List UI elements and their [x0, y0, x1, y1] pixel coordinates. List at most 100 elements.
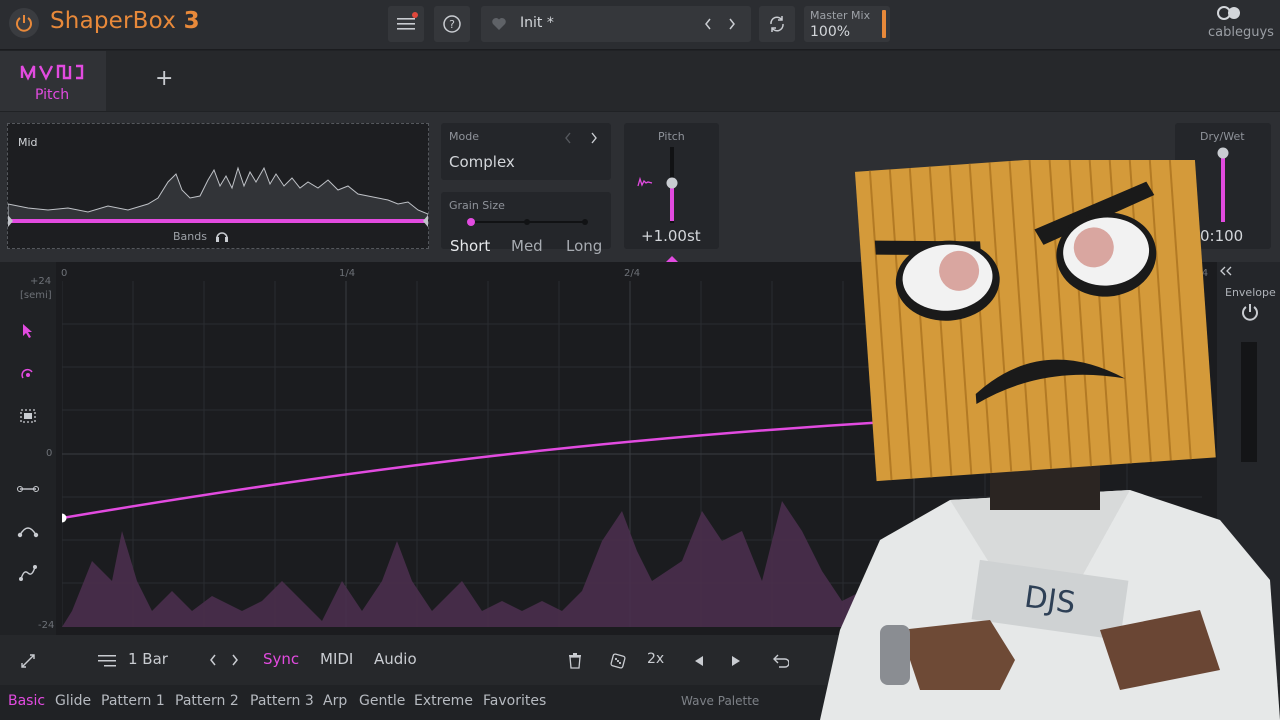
delete-button[interactable] [562, 648, 588, 674]
spectrum-analyzer[interactable]: Mid Bands [7, 123, 429, 249]
vendor-name: cableguys [1208, 25, 1274, 40]
refresh-icon [770, 16, 784, 32]
grain-size-med[interactable]: Med [511, 237, 543, 255]
pitch-label: Pitch [658, 130, 685, 143]
select-box-icon [20, 409, 36, 423]
preset-category-gentle[interactable]: Gentle [359, 693, 405, 709]
dice-icon [610, 653, 626, 669]
expand-icon [21, 654, 35, 668]
dry-wet-label: Dry/Wet [1200, 130, 1245, 143]
presenter-video-overlay: DJS [820, 160, 1280, 720]
pitch-curve-icon [637, 176, 653, 187]
x-label-half: 2/4 [624, 268, 641, 279]
ramp-tool[interactable] [13, 558, 43, 588]
shift-right-button[interactable] [723, 648, 749, 674]
wave-palette-label: Wave Palette [681, 694, 760, 708]
expand-button[interactable] [15, 648, 41, 674]
brush-tool[interactable] [13, 359, 43, 389]
master-mix-value: 100% [810, 24, 851, 40]
undo-icon [773, 654, 789, 668]
mode-next-icon[interactable] [589, 132, 599, 144]
pitch-shaper-icon [20, 64, 84, 81]
triangle-right-icon [732, 656, 740, 666]
triangle-left-icon [695, 656, 703, 666]
master-mix-label: Master Mix [810, 9, 871, 22]
hamburger-icon [397, 18, 415, 30]
brush-icon [21, 368, 33, 379]
preset-category-pattern-2[interactable]: Pattern 2 [175, 693, 239, 709]
preset-category-pattern-3[interactable]: Pattern 3 [250, 693, 314, 709]
undo-button[interactable] [767, 648, 793, 674]
tab-pitch-label: Pitch [35, 87, 70, 103]
grain-size-short[interactable]: Short [450, 237, 490, 255]
preset-category-pattern-1[interactable]: Pattern 1 [101, 693, 165, 709]
curve-icon [17, 527, 39, 538]
grain-size-label: Grain Size [449, 199, 505, 212]
y-label-unit: [semi] [20, 290, 52, 301]
next-preset-icon[interactable] [727, 17, 737, 31]
preset-category-favorites[interactable]: Favorites [483, 693, 546, 709]
list-icon [98, 655, 116, 667]
y-label-bottom: -24 [38, 620, 55, 631]
master-mix-control[interactable]: Master Mix 100% [804, 6, 890, 42]
grain-size-long[interactable]: Long [566, 237, 602, 255]
grain-size-control[interactable]: Grain Size Short Med Long [441, 192, 611, 255]
length-prev-icon[interactable] [208, 653, 218, 667]
preset-category-arp[interactable]: Arp [323, 693, 347, 709]
multiplier-button[interactable]: 2x [647, 651, 664, 667]
heart-icon[interactable] [491, 16, 507, 32]
notification-dot [412, 12, 418, 18]
sync-mode-button[interactable]: Sync [263, 650, 299, 668]
add-tab-button[interactable]: + [155, 66, 173, 91]
pointer-tool[interactable] [13, 316, 43, 346]
pitch-slider[interactable] [664, 147, 680, 223]
select-tool[interactable] [13, 401, 43, 431]
bands-label: Bands [173, 230, 207, 243]
length-next-icon[interactable] [230, 653, 240, 667]
preset-name: Init * [520, 15, 554, 31]
preset-category-glide[interactable]: Glide [55, 693, 91, 709]
mode-label: Mode [449, 130, 479, 143]
midi-mode-button[interactable]: MIDI [320, 650, 353, 668]
headphones-icon[interactable] [215, 229, 229, 243]
pattern-length[interactable]: 1 Bar [128, 650, 168, 668]
cableguys-logo-icon [1217, 6, 1240, 20]
pitch-value: +1.00st [641, 227, 701, 245]
grain-size-slider[interactable] [465, 217, 589, 227]
master-mix-bar [882, 10, 886, 38]
mode-value: Complex [449, 153, 515, 171]
trash-icon [569, 653, 581, 669]
svg-text:?: ? [449, 18, 455, 31]
mode-selector[interactable]: Mode Complex [441, 123, 611, 180]
menu-button[interactable] [388, 6, 424, 42]
line-tool[interactable] [13, 474, 43, 504]
length-menu-button[interactable] [94, 648, 120, 674]
help-button[interactable]: ? [434, 6, 470, 42]
preset-category-basic[interactable]: Basic [8, 693, 45, 709]
mode-prev-icon[interactable] [563, 132, 573, 144]
app-logo: ShaperBox 3 [50, 8, 200, 34]
power-icon [16, 15, 32, 32]
tab-pitch[interactable]: Pitch [0, 51, 106, 111]
y-label-zero: 0 [46, 448, 53, 459]
line-icon [17, 486, 39, 492]
power-button[interactable] [9, 8, 39, 38]
audio-mode-button[interactable]: Audio [374, 650, 417, 668]
shift-left-button[interactable] [686, 648, 712, 674]
x-label-0: 0 [61, 268, 68, 279]
pitch-knob-panel: Pitch +1.00st [624, 123, 719, 249]
curve-tool[interactable] [13, 516, 43, 546]
help-icon: ? [443, 15, 461, 33]
top-bar: ShaperBox 3 ? Init * Master Mix 100% cab… [0, 0, 1280, 50]
preset-selector[interactable]: Init * [481, 6, 751, 42]
y-label-top: +24 [30, 276, 52, 287]
randomize-button[interactable] [605, 648, 631, 674]
refresh-button[interactable] [759, 6, 795, 42]
x-label-quarter: 1/4 [339, 268, 356, 279]
hoodie-logo: DJS [1022, 580, 1077, 622]
prev-preset-icon[interactable] [703, 17, 713, 31]
preset-category-extreme[interactable]: Extreme [414, 693, 473, 709]
shaper-tab-row: Pitch + [0, 51, 1280, 111]
tool-column: +24 [semi] 0 -24 [0, 262, 56, 635]
ramp-icon [19, 565, 37, 581]
